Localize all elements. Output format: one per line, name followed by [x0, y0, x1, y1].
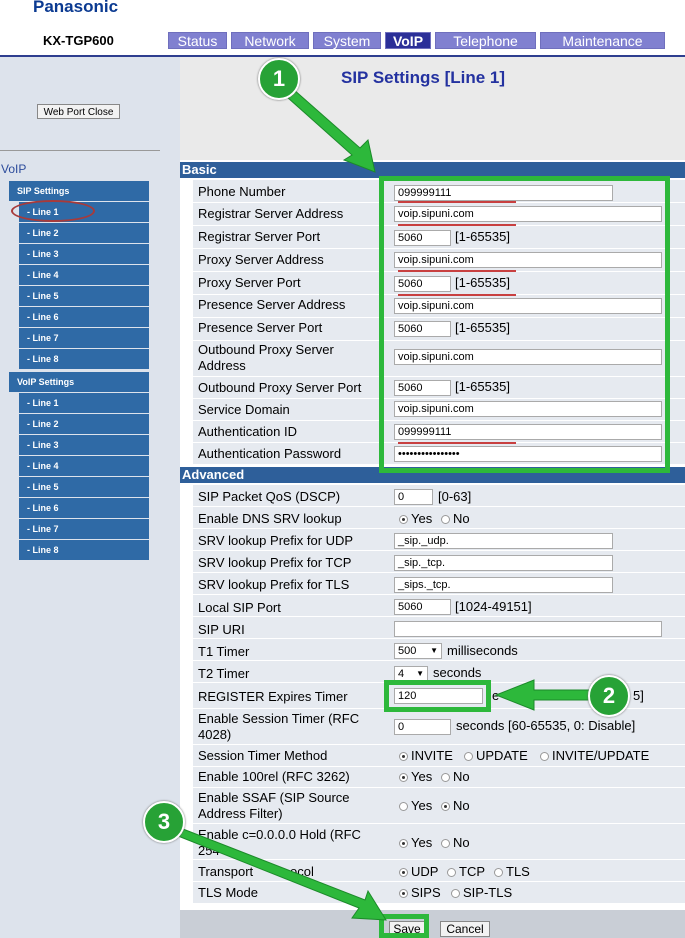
step-badge-3: 3	[143, 801, 185, 843]
step-badge-1: 1	[258, 58, 300, 100]
arrow-3	[177, 828, 387, 921]
annotation-arrows	[177, 88, 591, 921]
step-badge-2: 2	[588, 675, 630, 717]
arrow-1	[286, 88, 376, 173]
arrow-2	[494, 679, 591, 711]
